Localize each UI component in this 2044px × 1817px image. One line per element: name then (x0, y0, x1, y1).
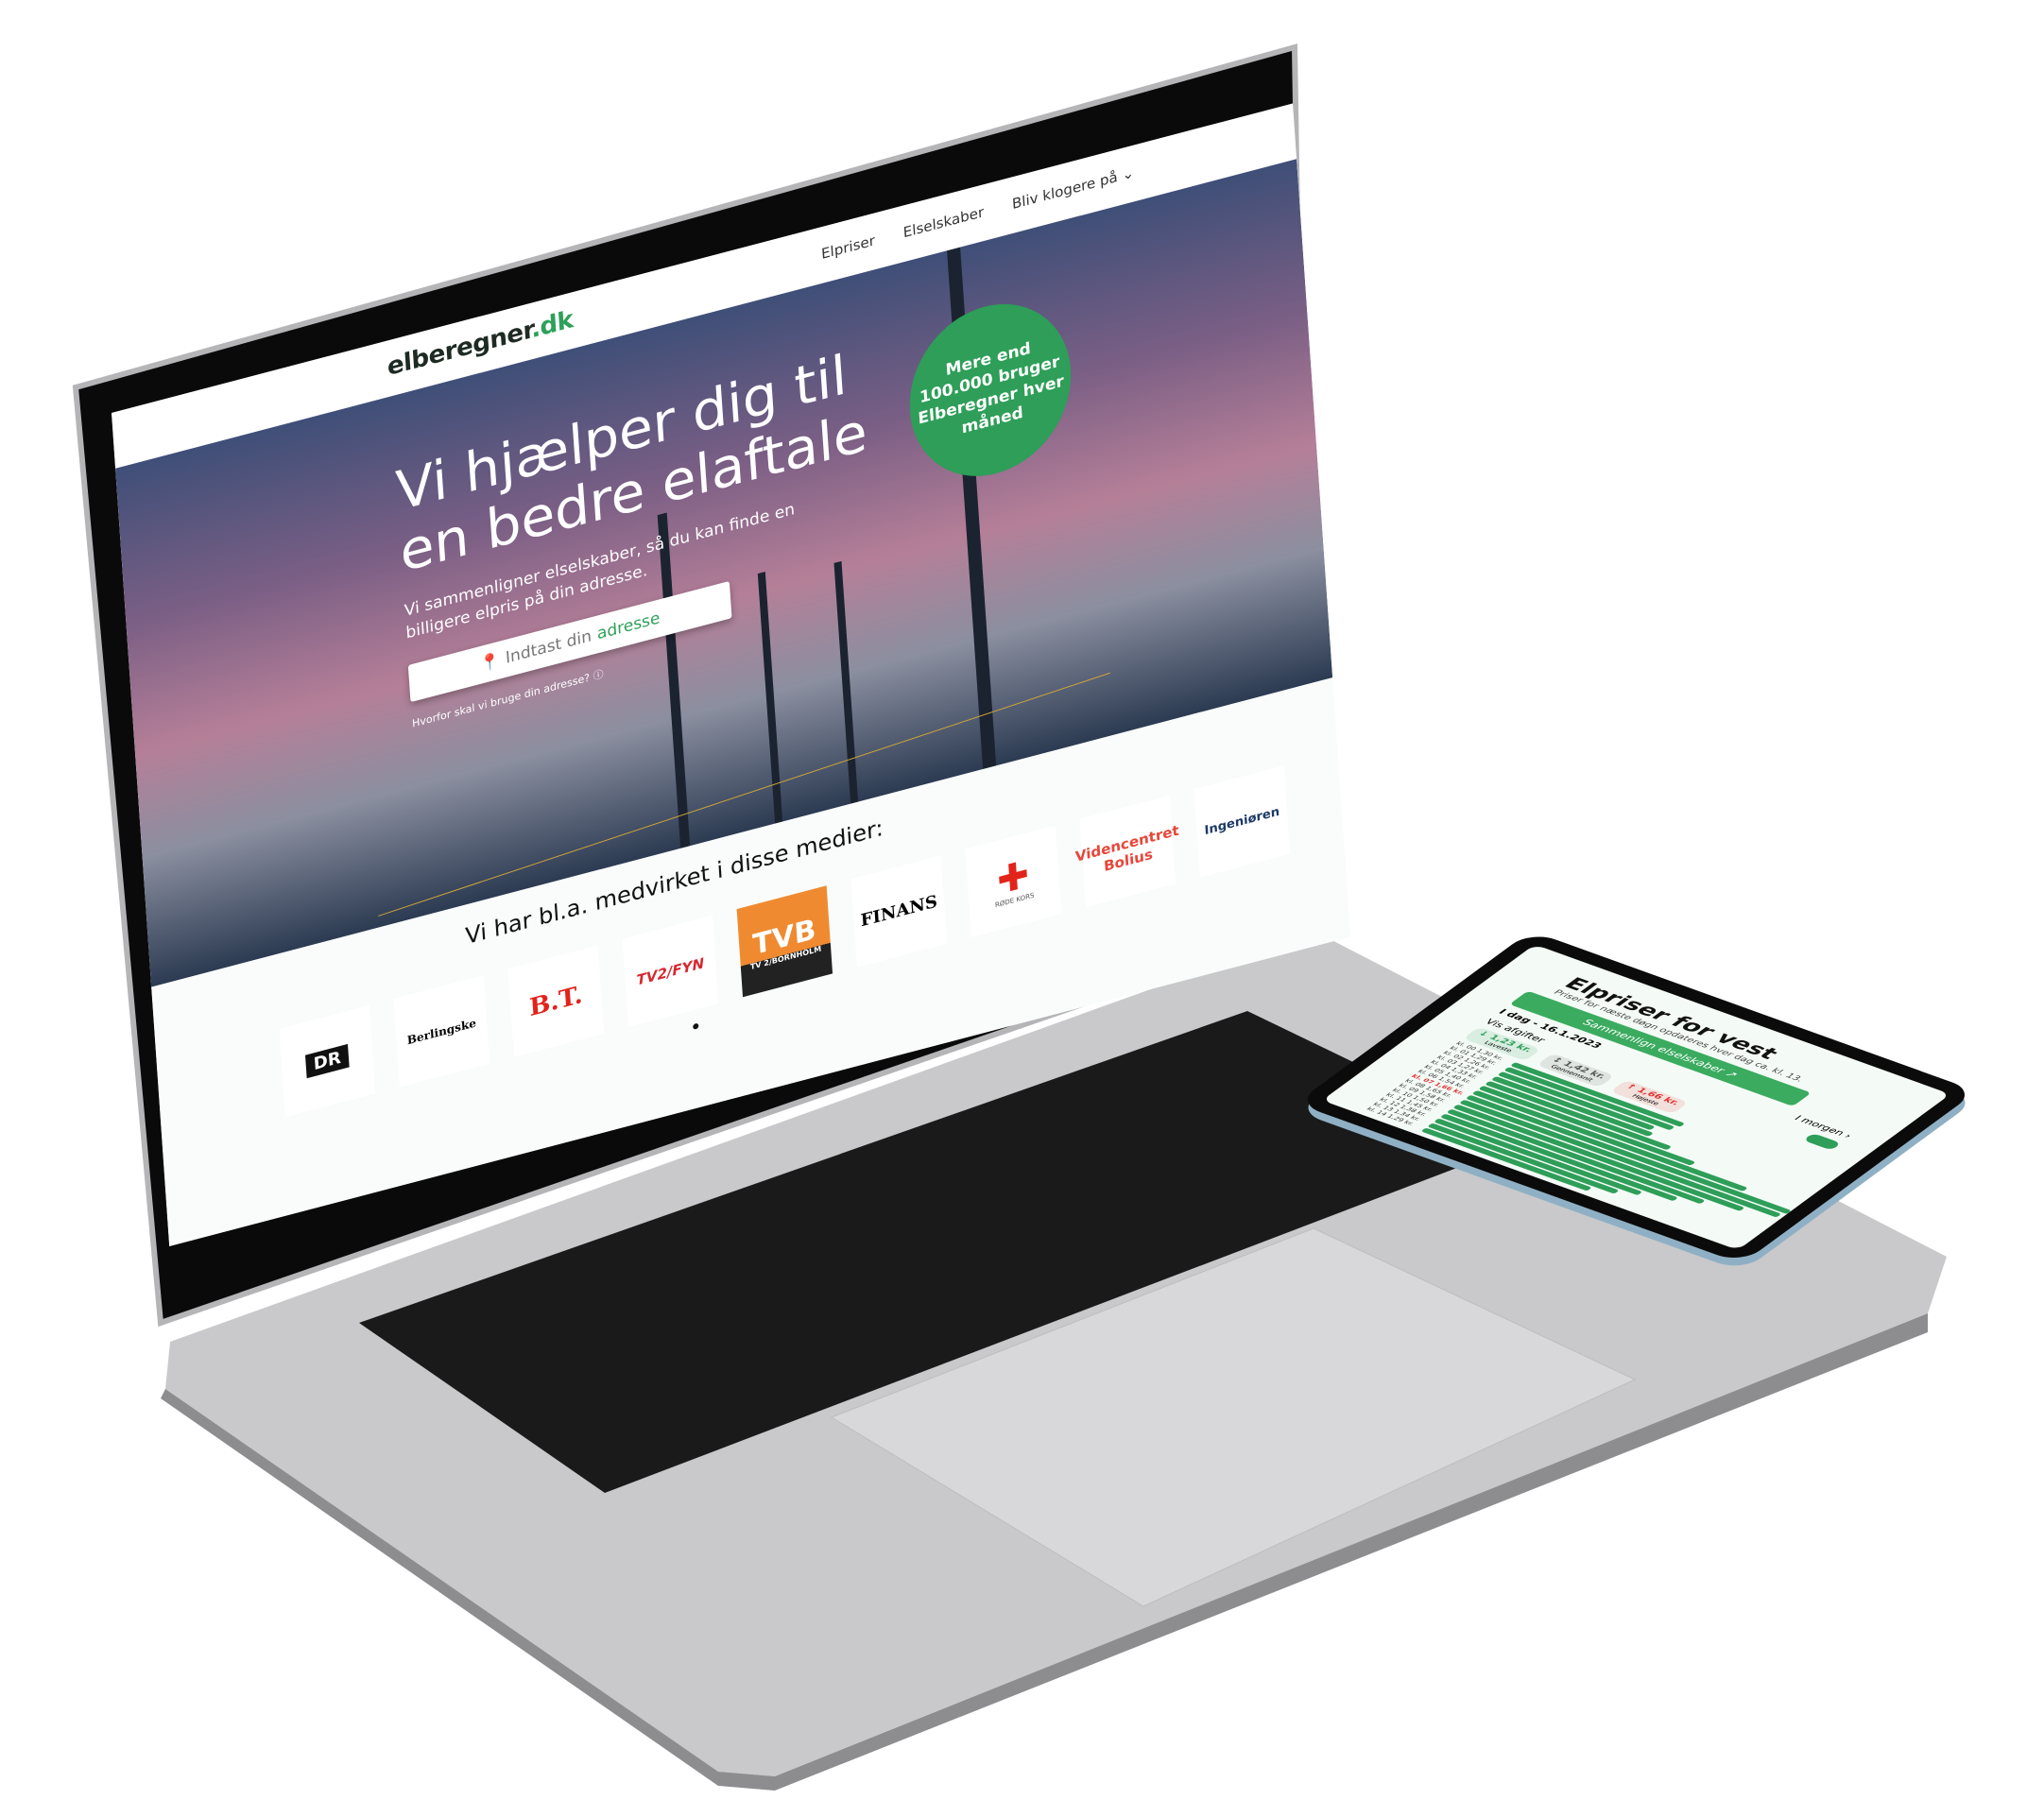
carousel-dot[interactable] (693, 1022, 699, 1030)
logo-tv2-fyn[interactable]: TV2/FYN (622, 915, 719, 1027)
logo-bolius[interactable]: Videncentret Bolius (1074, 796, 1179, 908)
nav-elselskaber[interactable]: Elselskaber (902, 203, 984, 241)
logo-ingenioren[interactable]: Ingeniøren (1194, 765, 1291, 878)
location-pin-icon: 📍 (479, 650, 501, 675)
users-badge: Mere end 100.000 bruger Elberegner hver … (903, 285, 1077, 495)
logo-bt[interactable]: B.T. (507, 945, 605, 1057)
logo-berlingske[interactable]: Berlingske (393, 975, 490, 1088)
logo-finans[interactable]: FINANS (850, 855, 948, 968)
logo-dr[interactable]: DR (279, 1005, 376, 1118)
turbine-image (833, 560, 859, 804)
logo-tv2-bornholm[interactable]: TVB TV 2/BORNHOLM (736, 885, 833, 998)
logo-rode-kors[interactable]: ✚ RØDE KORS (965, 825, 1062, 937)
nav-elpriser[interactable]: Elpriser (821, 231, 876, 263)
